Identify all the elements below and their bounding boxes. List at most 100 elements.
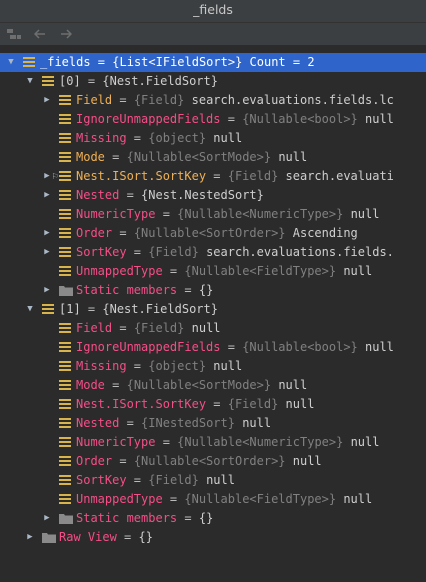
variable-type: {Nullable<NumericType>} <box>177 435 344 449</box>
tree-row[interactable]: Mode = {Nullable<SortMode>} null <box>0 148 426 167</box>
equals-sign: = <box>112 93 134 107</box>
equals-sign: = <box>80 74 103 88</box>
variable-name: Nested <box>76 416 120 430</box>
tree-row[interactable]: ▶ Field = {Field} search.evaluations.fiel… <box>0 91 426 110</box>
equals-sign: = <box>206 169 228 183</box>
field-icon <box>59 455 71 467</box>
expand-right-icon[interactable]: ▶ <box>42 281 52 300</box>
field-icon <box>59 189 71 201</box>
field-icon <box>59 265 71 277</box>
tree-row[interactable]: Missing = {object} null <box>0 129 426 148</box>
expand-right-icon[interactable]: ▶ <box>42 509 52 528</box>
variable-name: Order <box>76 226 113 240</box>
equals-sign: = <box>220 112 243 126</box>
tree-row[interactable]: Field = {Field} null <box>0 319 426 338</box>
row-text: Mode = {Nullable<SortMode>} null <box>76 376 307 395</box>
variable-value: {} <box>198 511 214 525</box>
field-icon <box>59 170 71 182</box>
tree-row[interactable]: ▼ [1] = {Nest.FieldSort} <box>0 300 426 319</box>
variable-value: search.evaluations.fields. <box>198 245 394 259</box>
row-text: Field = {Field} search.evaluations.field… <box>76 91 394 110</box>
tree-row[interactable]: NumericType = {Nullable<NumericType>} nu… <box>0 205 426 224</box>
equals-sign: = <box>116 530 139 544</box>
expand-right-icon[interactable]: ▶ <box>42 243 52 262</box>
variable-name: SortKey <box>76 473 127 487</box>
tree-row[interactable]: Order = {Nullable<SortOrder>} null <box>0 452 426 471</box>
field-icon <box>59 94 71 106</box>
tree-row[interactable]: UnmappedType = {Nullable<FieldType>} nul… <box>0 490 426 509</box>
back-icon[interactable] <box>32 26 48 42</box>
equals-sign: = <box>162 264 185 278</box>
tree-row[interactable]: ▶ ⚐ Nest.ISort.SortKey = {Field} search.ev… <box>0 167 426 186</box>
expand-down-icon[interactable]: ▼ <box>6 53 16 72</box>
expand-right-icon[interactable]: ▶ <box>42 91 52 110</box>
folder-icon <box>59 286 73 296</box>
expand-down-icon[interactable]: ▼ <box>25 300 35 319</box>
variable-type: {Nullable<bool>} <box>242 340 358 354</box>
row-text: [1] = {Nest.FieldSort} <box>59 300 218 319</box>
field-icon <box>59 474 71 486</box>
variable-type: {object} <box>148 359 207 373</box>
variable-value: null <box>285 454 322 468</box>
variable-value: {Nest.FieldSort} <box>102 74 218 88</box>
field-icon <box>59 379 71 391</box>
variable-value: null <box>343 435 380 449</box>
tree-row[interactable]: Nest.ISort.SortKey = {Field} null <box>0 395 426 414</box>
variable-name: Missing <box>76 131 127 145</box>
variable-value: null <box>184 321 221 335</box>
variable-value: {Nest.NestedSort} <box>141 188 264 202</box>
expand-right-icon[interactable]: ▶ <box>42 186 52 205</box>
field-icon <box>42 303 54 315</box>
field-icon <box>59 208 71 220</box>
tree-row[interactable]: ▼ _fields = {List<IFieldSort>} Count = 2 <box>0 53 426 72</box>
variable-name: SortKey <box>76 245 127 259</box>
field-icon <box>59 493 71 505</box>
field-icon <box>59 227 71 239</box>
row-text: _fields = {List<IFieldSort>} Count = 2 <box>40 53 315 72</box>
variable-type: {Field} <box>148 245 199 259</box>
field-icon <box>59 322 71 334</box>
tree-row[interactable]: ▶ Order = {Nullable<SortOrder>} Ascending <box>0 224 426 243</box>
tree-row[interactable]: IgnoreUnmappedFields = {Nullable<bool>} … <box>0 110 426 129</box>
tree-row[interactable]: UnmappedType = {Nullable<FieldType>} nul… <box>0 262 426 281</box>
tree-row[interactable]: ▼ [0] = {Nest.FieldSort} <box>0 72 426 91</box>
tree-row[interactable]: Missing = {object} null <box>0 357 426 376</box>
expand-right-icon[interactable]: ▶ <box>42 167 52 186</box>
variable-name: Raw View <box>59 530 117 544</box>
equals-sign: = <box>112 321 134 335</box>
row-text: SortKey = {Field} null <box>76 471 235 490</box>
tree-row[interactable]: Nested = {INestedSort} null <box>0 414 426 433</box>
equals-sign: = <box>162 492 185 506</box>
folder-icon <box>42 533 56 543</box>
tree-row[interactable]: ▶ Nested = {Nest.NestedSort} <box>0 186 426 205</box>
row-text: Field = {Field} null <box>76 319 221 338</box>
equals-sign: = <box>119 416 142 430</box>
tree-row[interactable]: ▶ Static members = {} <box>0 281 426 300</box>
forward-icon[interactable] <box>58 26 74 42</box>
field-icon <box>59 246 71 258</box>
row-text: SortKey = {Field} search.evaluations.fie… <box>76 243 394 262</box>
tree-row[interactable]: ▶ SortKey = {Field} search.evaluations.fi… <box>0 243 426 262</box>
field-icon <box>59 360 71 372</box>
equals-sign: = <box>112 226 134 240</box>
tree-row[interactable]: ▶ Raw View = {} <box>0 528 426 547</box>
row-text: NumericType = {Nullable<NumericType>} nu… <box>76 205 379 224</box>
collapse-icon[interactable] <box>6 26 22 42</box>
tree-row[interactable]: SortKey = {Field} null <box>0 471 426 490</box>
row-text: IgnoreUnmappedFields = {Nullable<bool>} … <box>76 110 394 129</box>
equals-sign: = <box>80 302 103 316</box>
tree-row[interactable]: IgnoreUnmappedFields = {Nullable<bool>} … <box>0 338 426 357</box>
tree-row[interactable]: ▶ Static members = {} <box>0 509 426 528</box>
equals-sign: = <box>119 188 142 202</box>
tree-row[interactable]: NumericType = {Nullable<NumericType>} nu… <box>0 433 426 452</box>
row-text: IgnoreUnmappedFields = {Nullable<bool>} … <box>76 338 394 357</box>
field-icon <box>59 398 71 410</box>
expand-down-icon[interactable]: ▼ <box>25 72 35 91</box>
field-icon <box>59 151 71 163</box>
expand-right-icon[interactable]: ▶ <box>42 224 52 243</box>
variable-value: {List<IFieldSort>} Count = 2 <box>112 55 315 69</box>
tree-row[interactable]: Mode = {Nullable<SortMode>} null <box>0 376 426 395</box>
expand-right-icon[interactable]: ▶ <box>25 528 35 547</box>
variable-name: Field <box>76 321 113 335</box>
row-text: UnmappedType = {Nullable<FieldType>} nul… <box>76 262 372 281</box>
